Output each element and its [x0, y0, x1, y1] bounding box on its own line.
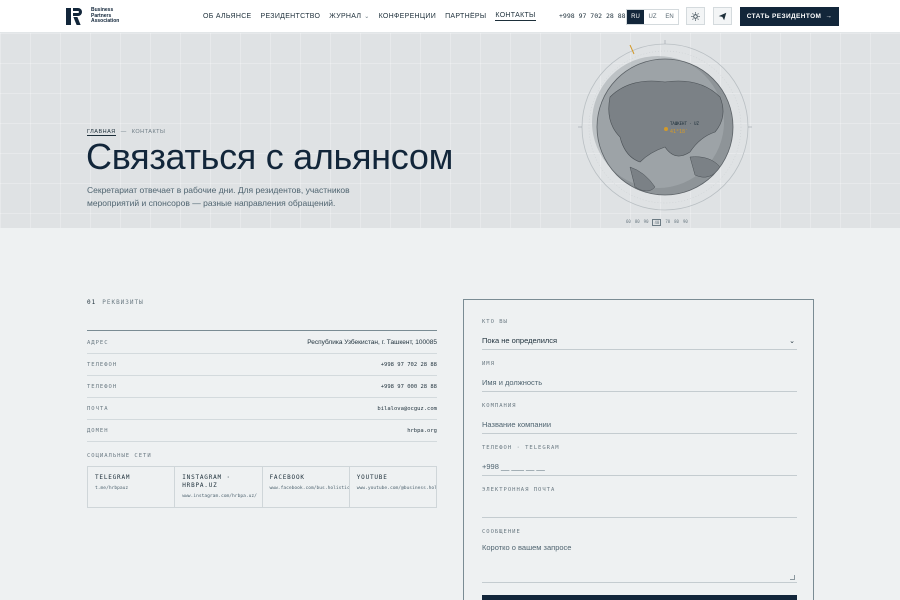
lang-ru[interactable]: RU — [627, 10, 644, 24]
hero-section: ГЛАВНАЯ — КОНТАКТЫ Связаться с альянсом … — [0, 33, 900, 228]
requisites-divider — [87, 330, 437, 331]
globe-illustration: ТАШКЕНТ · UZ 41°18′ 60 80 90 40 70 80 90 — [570, 37, 760, 227]
sun-icon — [691, 11, 700, 21]
telegram-button[interactable] — [713, 7, 732, 25]
social-telegram[interactable]: TELEGRAM t.me/hrbpauz — [88, 467, 176, 507]
social-grid: TELEGRAM t.me/hrbpauz INSTAGRAM · HRBPA.… — [87, 466, 437, 508]
social-heading: СОЦИАЛЬНЫЕ СЕТИ — [87, 453, 152, 459]
nav-item-about[interactable]: ОБ АЛЬЯНСЕ — [203, 12, 252, 21]
phone-input[interactable]: +998 __ ___ __ __ — [482, 458, 797, 476]
lang-uz[interactable]: UZ — [644, 10, 661, 24]
breadcrumb-separator: — — [120, 129, 127, 135]
requisite-row-address: АДРЕС Республика Узбекистан, г. Ташкент,… — [87, 332, 437, 354]
tashkent-marker — [664, 127, 668, 131]
page-subtitle: Секретариат отвечает в рабочие дни. Для … — [87, 185, 350, 208]
marker-label: ТАШКЕНТ · UZ — [670, 121, 699, 126]
breadcrumb: ГЛАВНАЯ — КОНТАКТЫ — [87, 129, 165, 136]
email-label: ЭЛЕКТРОННАЯ ПОЧТА — [482, 487, 556, 493]
name-input[interactable]: Имя и должность — [482, 374, 797, 392]
company-label: КОМПАНИЯ — [482, 403, 517, 409]
message-label: СООБЩЕНИЕ — [482, 529, 521, 535]
main-nav: ОБ АЛЬЯНСЕ РЕЗИДЕНТСТВО ЖУРНАЛ ⌄ КОНФЕРЕН… — [203, 12, 536, 21]
requisite-row-phone-1: ТЕЛЕФОН +998 97 702 28 88 — [87, 354, 437, 376]
marker-coords: 41°18′ — [670, 129, 688, 135]
lang-en[interactable]: EN — [661, 10, 678, 24]
social-facebook[interactable]: FACEBOOK www.facebook.com/bus.holistic — [263, 467, 350, 507]
logo[interactable]: Business Partners Association — [66, 8, 127, 25]
globe-scale: 60 80 90 40 70 80 90 — [626, 219, 688, 226]
arrow-right-icon: → — [825, 13, 833, 20]
chevron-down-icon: ⌄ — [789, 337, 795, 345]
message-textarea[interactable]: Коротко о вашем запросе — [482, 543, 797, 583]
page-title: Связаться с альянсом — [86, 136, 454, 177]
who-select[interactable]: Пока не определился ⌄ — [482, 332, 797, 350]
chevron-down-icon: ⌄ — [364, 14, 370, 20]
become-resident-button[interactable]: СТАТЬ РЕЗИДЕНТОМ → — [740, 7, 839, 26]
phone-label: ТЕЛЕФОН · TELEGRAM — [482, 445, 560, 451]
email-input[interactable] — [482, 500, 797, 518]
requisite-row-domain: ДОМЕН hrbpa.org — [87, 420, 437, 442]
social-instagram[interactable]: INSTAGRAM · HRBPA.UZ www.instagram.com/h… — [175, 467, 263, 507]
requisites-heading: 01 РЕКВИЗИТЫ — [87, 299, 144, 306]
nav-item-conferences[interactable]: КОНФЕРЕНЦИИ — [379, 12, 436, 21]
language-switcher: RU UZ EN — [626, 9, 679, 25]
breadcrumb-current: КОНТАКТЫ — [131, 129, 166, 135]
nav-item-journal[interactable]: ЖУРНАЛ ⌄ — [329, 12, 369, 21]
who-label: КТО ВЫ — [482, 319, 508, 325]
social-youtube[interactable]: YOUTUBE www.youtube.com/@business.holist… — [350, 467, 436, 507]
logo-mark-icon — [66, 8, 88, 25]
submit-button[interactable] — [482, 595, 797, 600]
theme-toggle-button[interactable] — [686, 7, 705, 25]
paper-plane-icon — [718, 12, 727, 20]
name-label: ИМЯ — [482, 361, 495, 367]
company-input[interactable]: Название компании — [482, 416, 797, 434]
nav-item-contacts[interactable]: КОНТАКТЫ — [495, 12, 536, 21]
resize-handle-icon[interactable] — [790, 575, 795, 580]
contact-form: КТО ВЫ Пока не определился ⌄ ИМЯ Имя и д… — [463, 299, 814, 600]
cta-label: СТАТЬ РЕЗИДЕНТОМ — [746, 13, 822, 20]
header-phone[interactable]: +998 97 702 28 88 — [559, 12, 626, 20]
requisite-row-phone-2: ТЕЛЕФОН +998 97 000 28 88 — [87, 376, 437, 398]
logo-text: Business Partners Association — [91, 7, 120, 25]
nav-item-residency[interactable]: РЕЗИДЕНТСТВО — [261, 12, 321, 21]
nav-item-partners[interactable]: ПАРТНЁРЫ — [445, 12, 486, 21]
breadcrumb-home[interactable]: ГЛАВНАЯ — [87, 129, 116, 136]
site-header: Business Partners Association ОБ АЛЬЯНСЕ… — [0, 0, 900, 33]
requisite-row-email: ПОЧТА bilalova@ocguz.com — [87, 398, 437, 420]
